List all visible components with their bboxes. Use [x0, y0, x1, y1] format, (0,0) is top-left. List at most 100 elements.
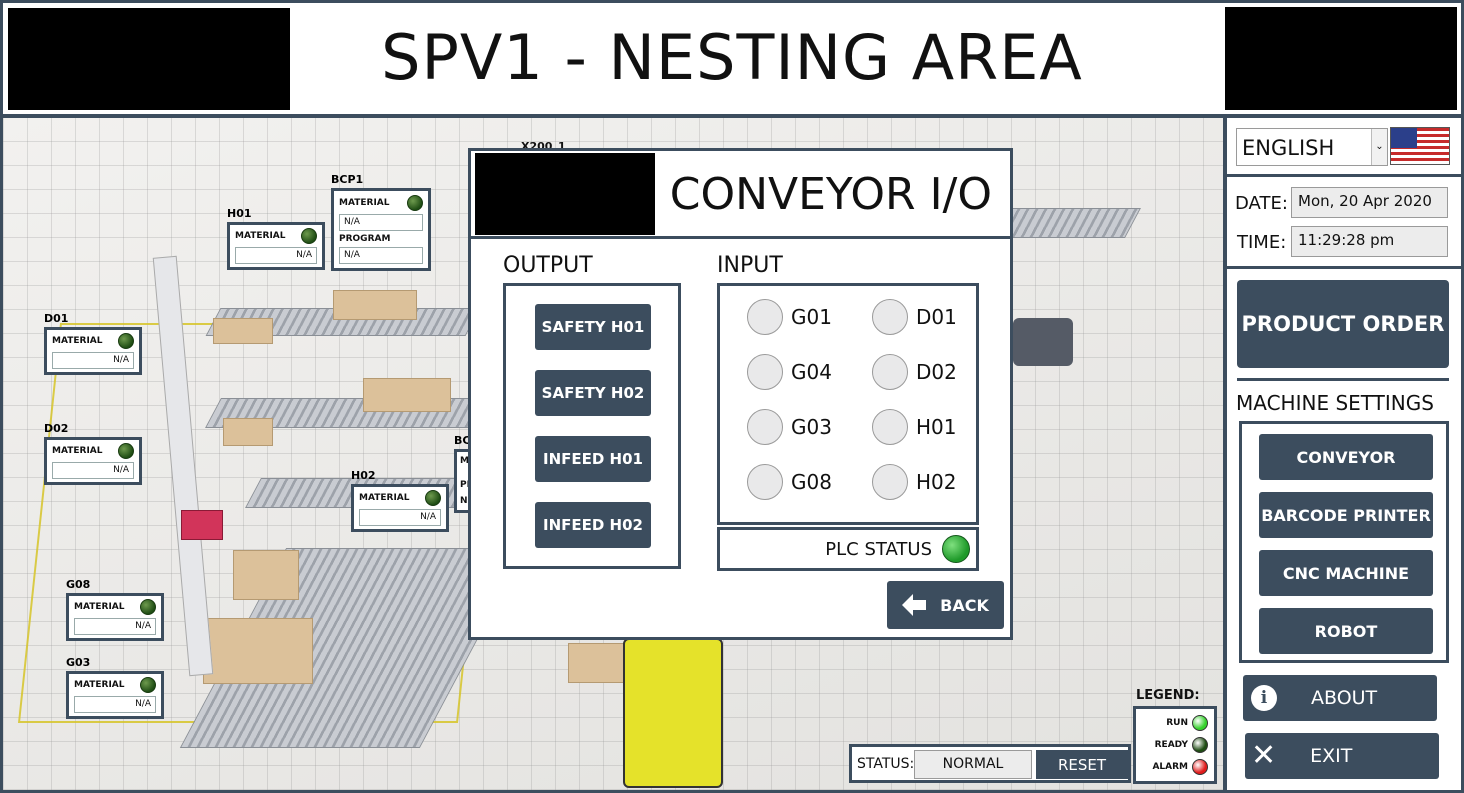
cargo-box	[233, 550, 299, 600]
redacted-logo-right	[1225, 7, 1457, 110]
robot-button[interactable]: ROBOT	[1259, 608, 1433, 654]
material-value: N/A	[235, 247, 317, 264]
output-safety-h02-button[interactable]: SAFETY H02	[535, 370, 651, 416]
input-heading: INPUT	[717, 253, 783, 278]
info-icon: i	[1251, 685, 1277, 711]
dialog-title: CONVEYOR I/O	[669, 169, 992, 220]
output-infeed-h01-button[interactable]: INFEED H01	[535, 436, 651, 482]
barcode-printer-button[interactable]: BARCODE PRINTER	[1259, 492, 1433, 538]
input-indicator-h01: H01	[872, 409, 957, 445]
legend: RUN READY ALARM	[1133, 706, 1217, 784]
program-label: PROGRAM	[339, 234, 391, 244]
input-indicator-g03: G03	[747, 409, 832, 445]
material-value: N/A	[52, 352, 134, 369]
time-label: TIME:	[1237, 232, 1287, 253]
indicator-lamp	[747, 354, 783, 390]
tag-h01[interactable]: H01 MATERIAL N/A	[227, 207, 325, 270]
status-led	[407, 195, 423, 211]
plc-status-led	[942, 535, 970, 563]
legend-item-alarm: ALARM	[1136, 759, 1208, 775]
material-value: N/A	[74, 696, 156, 713]
material-value: N/A	[52, 462, 134, 479]
output-safety-h01-button[interactable]: SAFETY H01	[535, 304, 651, 350]
reset-button[interactable]: RESET	[1036, 750, 1128, 779]
legend-item-ready: READY	[1136, 737, 1208, 753]
material-label: MATERIAL	[52, 446, 103, 456]
machine-settings-heading: MACHINE SETTINGS	[1236, 391, 1434, 415]
exit-button[interactable]: ✕ EXIT	[1245, 733, 1439, 779]
cargo-box	[363, 378, 451, 412]
tag-g03[interactable]: G03 MATERIAL N/A	[66, 656, 164, 719]
us-flag-icon[interactable]	[1390, 127, 1450, 165]
indicator-lamp	[747, 464, 783, 500]
cargo-box	[333, 290, 417, 320]
status-led	[140, 599, 156, 615]
chevron-down-icon[interactable]: ⌄	[1371, 129, 1387, 165]
divider	[1227, 174, 1461, 177]
input-label: H01	[916, 415, 957, 439]
forklift	[623, 638, 723, 788]
indicator-lamp	[872, 409, 908, 445]
date-label: DATE:	[1235, 193, 1288, 214]
cnc-machine-button[interactable]: CNC MACHINE	[1259, 550, 1433, 596]
tag-g08[interactable]: G08 MATERIAL N/A	[66, 578, 164, 641]
status-led	[425, 490, 441, 506]
indicator-lamp	[872, 299, 908, 335]
output-infeed-h02-button[interactable]: INFEED H02	[535, 502, 651, 548]
about-button[interactable]: i ABOUT	[1243, 675, 1437, 721]
cargo-box	[213, 318, 273, 344]
input-label: H02	[916, 470, 957, 494]
product-order-button[interactable]: PRODUCT ORDER	[1237, 280, 1449, 368]
tag-h02[interactable]: H02 MATERIAL N/A	[351, 469, 449, 532]
material-label: MATERIAL	[74, 680, 125, 690]
legend-label: ALARM	[1152, 762, 1188, 772]
indicator-lamp	[872, 464, 908, 500]
status-bar: STATUS: NORMAL RESET	[849, 744, 1131, 783]
tag-name: BCP1	[331, 173, 364, 186]
dialog-header: CONVEYOR I/O	[471, 151, 1010, 239]
cargo-box	[223, 418, 273, 446]
tag-d02[interactable]: D02 MATERIAL N/A	[44, 422, 142, 485]
plc-status-panel: PLC STATUS	[717, 527, 979, 571]
conveyor-button[interactable]: CONVEYOR	[1259, 434, 1433, 480]
input-label: G01	[791, 305, 832, 329]
exit-label: EXIT	[1310, 745, 1353, 767]
tag-bcp1[interactable]: BCP1 MATERIAL N/A PROGRAM N/A	[331, 173, 431, 271]
legend-led-ready	[1192, 737, 1208, 753]
indicator-lamp	[747, 299, 783, 335]
plc-status-label: PLC STATUS	[825, 538, 932, 560]
side-panel: ENGLISH ⌄ DATE: Mon, 20 Apr 2020 TIME: 1…	[1224, 115, 1464, 793]
time-field: 11:29:28 pm	[1291, 226, 1448, 257]
legend-title: LEGEND:	[1136, 688, 1200, 703]
material-label: MATERIAL	[74, 602, 125, 612]
input-label: G04	[791, 360, 832, 384]
input-label: G03	[791, 415, 832, 439]
tag-d01[interactable]: D01 MATERIAL N/A	[44, 312, 142, 375]
conveyor-belt	[995, 208, 1141, 238]
redacted-logo	[475, 153, 655, 235]
input-label: D02	[916, 360, 957, 384]
input-indicator-d01: D01	[872, 299, 957, 335]
language-select[interactable]: ENGLISH ⌄	[1236, 128, 1388, 166]
status-led	[140, 677, 156, 693]
tag-name: H01	[227, 207, 252, 220]
cargo-box	[203, 618, 313, 684]
material-value: N/A	[74, 618, 156, 635]
material-value: N/A	[359, 509, 441, 526]
indicator-lamp	[747, 409, 783, 445]
header-bar: SPV1 - NESTING AREA	[0, 0, 1464, 117]
machine-settings-panel: CONVEYOR BARCODE PRINTER CNC MACHINE ROB…	[1239, 421, 1449, 663]
tag-name: H02	[351, 469, 376, 482]
material-label: MATERIAL	[52, 336, 103, 346]
status-led	[118, 443, 134, 459]
back-button[interactable]: BACK	[887, 581, 1004, 629]
material-value: N/A	[339, 214, 423, 231]
tag-name: D02	[44, 422, 69, 435]
material-label: MATERIAL	[235, 231, 286, 241]
back-label: BACK	[940, 595, 989, 615]
input-indicator-g04: G04	[747, 354, 832, 390]
legend-led-run	[1192, 715, 1208, 731]
input-indicator-h02: H02	[872, 464, 957, 500]
robot-gripper	[181, 510, 223, 540]
turntable	[1013, 318, 1073, 366]
